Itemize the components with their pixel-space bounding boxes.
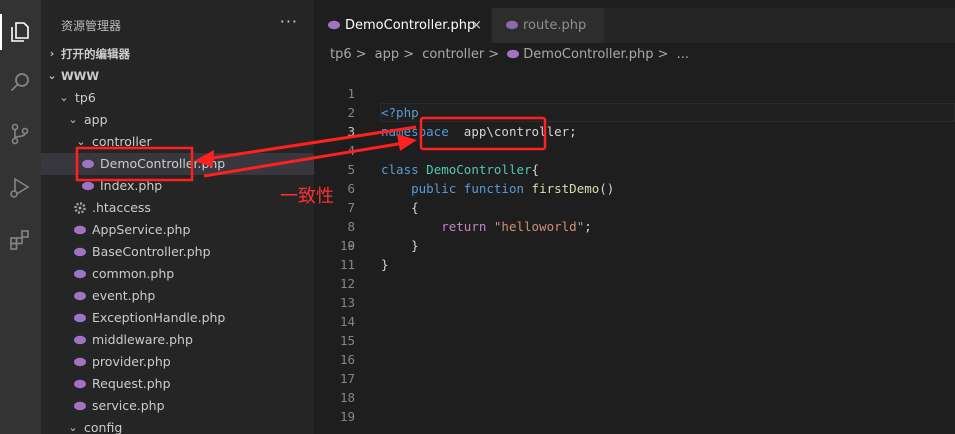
file-event[interactable]: event.php — [41, 285, 314, 307]
code-line: 9 } — [347, 238, 389, 272]
code-line: 14 — [339, 314, 355, 329]
code-line: 8 } — [347, 219, 419, 253]
code-line: 7 return "helloworld"; — [347, 200, 592, 234]
breadcrumb: tp6 > app > controller > DemoController.php… — [330, 45, 693, 65]
file-provider[interactable]: provider.php — [41, 351, 314, 373]
gear-icon — [74, 202, 86, 214]
file-common[interactable]: common.php — [41, 263, 314, 285]
explorer-sidebar: 资源管理器 ··· › 打开的编辑器 ⌄ WWW ⌄ tp6 ⌄ app ⌄ c… — [41, 0, 314, 434]
file-middleware[interactable]: middleware.php — [41, 329, 314, 351]
chevron-down-icon: ⌄ — [59, 91, 69, 104]
php-elephant-icon — [74, 269, 86, 279]
explorer-title: 资源管理器 — [61, 19, 122, 33]
chevron-down-icon: ⌄ — [68, 113, 78, 126]
php-elephant-icon — [74, 225, 86, 235]
breadcrumb-ellipsis[interactable]: ... — [677, 47, 689, 62]
php-elephant-icon — [74, 247, 86, 257]
code-line: 1 <?php — [347, 86, 419, 120]
open-editors-section[interactable]: › 打开的编辑器 — [41, 43, 314, 65]
php-elephant-icon — [74, 335, 86, 345]
breadcrumb-app[interactable]: app — [375, 47, 399, 62]
editor-group: DemoController.php × route.php tp6 > app >… — [314, 0, 955, 434]
tab-democontroller[interactable]: DemoController.php × — [314, 8, 491, 43]
code-line: 10 — [339, 238, 355, 253]
activity-bar — [0, 0, 41, 434]
file-request[interactable]: Request.php — [41, 373, 314, 395]
file-exceptionhandle[interactable]: ExceptionHandle.php — [41, 307, 314, 329]
code-line: 3 — [347, 124, 355, 139]
php-elephant-icon — [74, 401, 86, 411]
file-index[interactable]: Index.php — [41, 175, 314, 197]
php-elephant-icon — [74, 313, 86, 323]
php-elephant-icon — [82, 181, 94, 191]
chevron-down-icon: ⌄ — [47, 69, 57, 82]
code-line: 13 — [339, 295, 355, 310]
code-line: 6 { — [347, 181, 419, 215]
php-elephant-icon — [74, 357, 86, 367]
active-indicator — [0, 14, 2, 50]
breadcrumb-separator: > — [657, 47, 669, 62]
tab-bar: DemoController.php × route.php — [314, 8, 955, 43]
source-control-icon[interactable] — [5, 119, 35, 149]
php-elephant-icon — [328, 20, 340, 30]
close-icon[interactable]: × — [471, 8, 482, 43]
breadcrumb-separator: > — [403, 47, 415, 62]
file-service[interactable]: service.php — [41, 395, 314, 417]
php-elephant-icon — [506, 20, 518, 30]
folder-app[interactable]: ⌄ app — [41, 109, 314, 131]
folder-tp6[interactable]: ⌄ tp6 — [41, 87, 314, 109]
chevron-down-icon: ⌄ — [68, 421, 78, 434]
search-icon[interactable] — [5, 67, 35, 97]
folder-controller[interactable]: ⌄ controller — [41, 131, 314, 153]
code-line: 11 — [339, 257, 355, 272]
breadcrumb-tp6[interactable]: tp6 — [330, 47, 352, 62]
file-democontroller[interactable]: DemoController.php — [41, 153, 314, 175]
code-line: 18 — [339, 390, 355, 405]
php-elephant-icon — [507, 49, 520, 59]
explorer-icon[interactable] — [5, 17, 35, 47]
code-line: 17 — [339, 371, 355, 386]
code-line: 16 — [339, 352, 355, 367]
code-line: 19 — [339, 409, 355, 424]
breadcrumb-separator: > — [488, 47, 500, 62]
workspace-section[interactable]: ⌄ WWW — [41, 65, 314, 87]
code-line: 2 namespace app\controller; — [347, 105, 577, 139]
php-elephant-icon — [82, 159, 94, 169]
code-editor[interactable]: 1 <?php 2 namespace app\controller; 3 4 … — [314, 65, 955, 434]
folder-config[interactable]: ⌄ config — [41, 417, 314, 434]
more-actions-icon[interactable]: ··· — [280, 12, 298, 31]
php-elephant-icon — [74, 379, 86, 389]
file-basecontroller[interactable]: BaseController.php — [41, 241, 314, 263]
code-line: 15 — [339, 333, 355, 348]
breadcrumb-separator: > — [355, 47, 367, 62]
breadcrumb-controller[interactable]: controller — [422, 47, 484, 62]
extensions-icon[interactable] — [5, 225, 35, 255]
file-htaccess[interactable]: .htaccess — [41, 197, 314, 219]
code-line: 4 class DemoController{ — [347, 143, 540, 177]
breadcrumb-file[interactable]: DemoController.php — [523, 47, 653, 62]
run-debug-icon[interactable] — [5, 172, 35, 202]
code-line: 5 public function firstDemo() — [347, 162, 615, 196]
file-appservice[interactable]: AppService.php — [41, 219, 314, 241]
tab-route[interactable]: route.php — [492, 8, 604, 43]
php-elephant-icon — [74, 291, 86, 301]
chevron-down-icon: ⌄ — [76, 135, 86, 148]
code-line: 12 — [339, 276, 355, 291]
chevron-right-icon: › — [49, 47, 55, 60]
annotation-label: 一致性 — [280, 186, 334, 207]
